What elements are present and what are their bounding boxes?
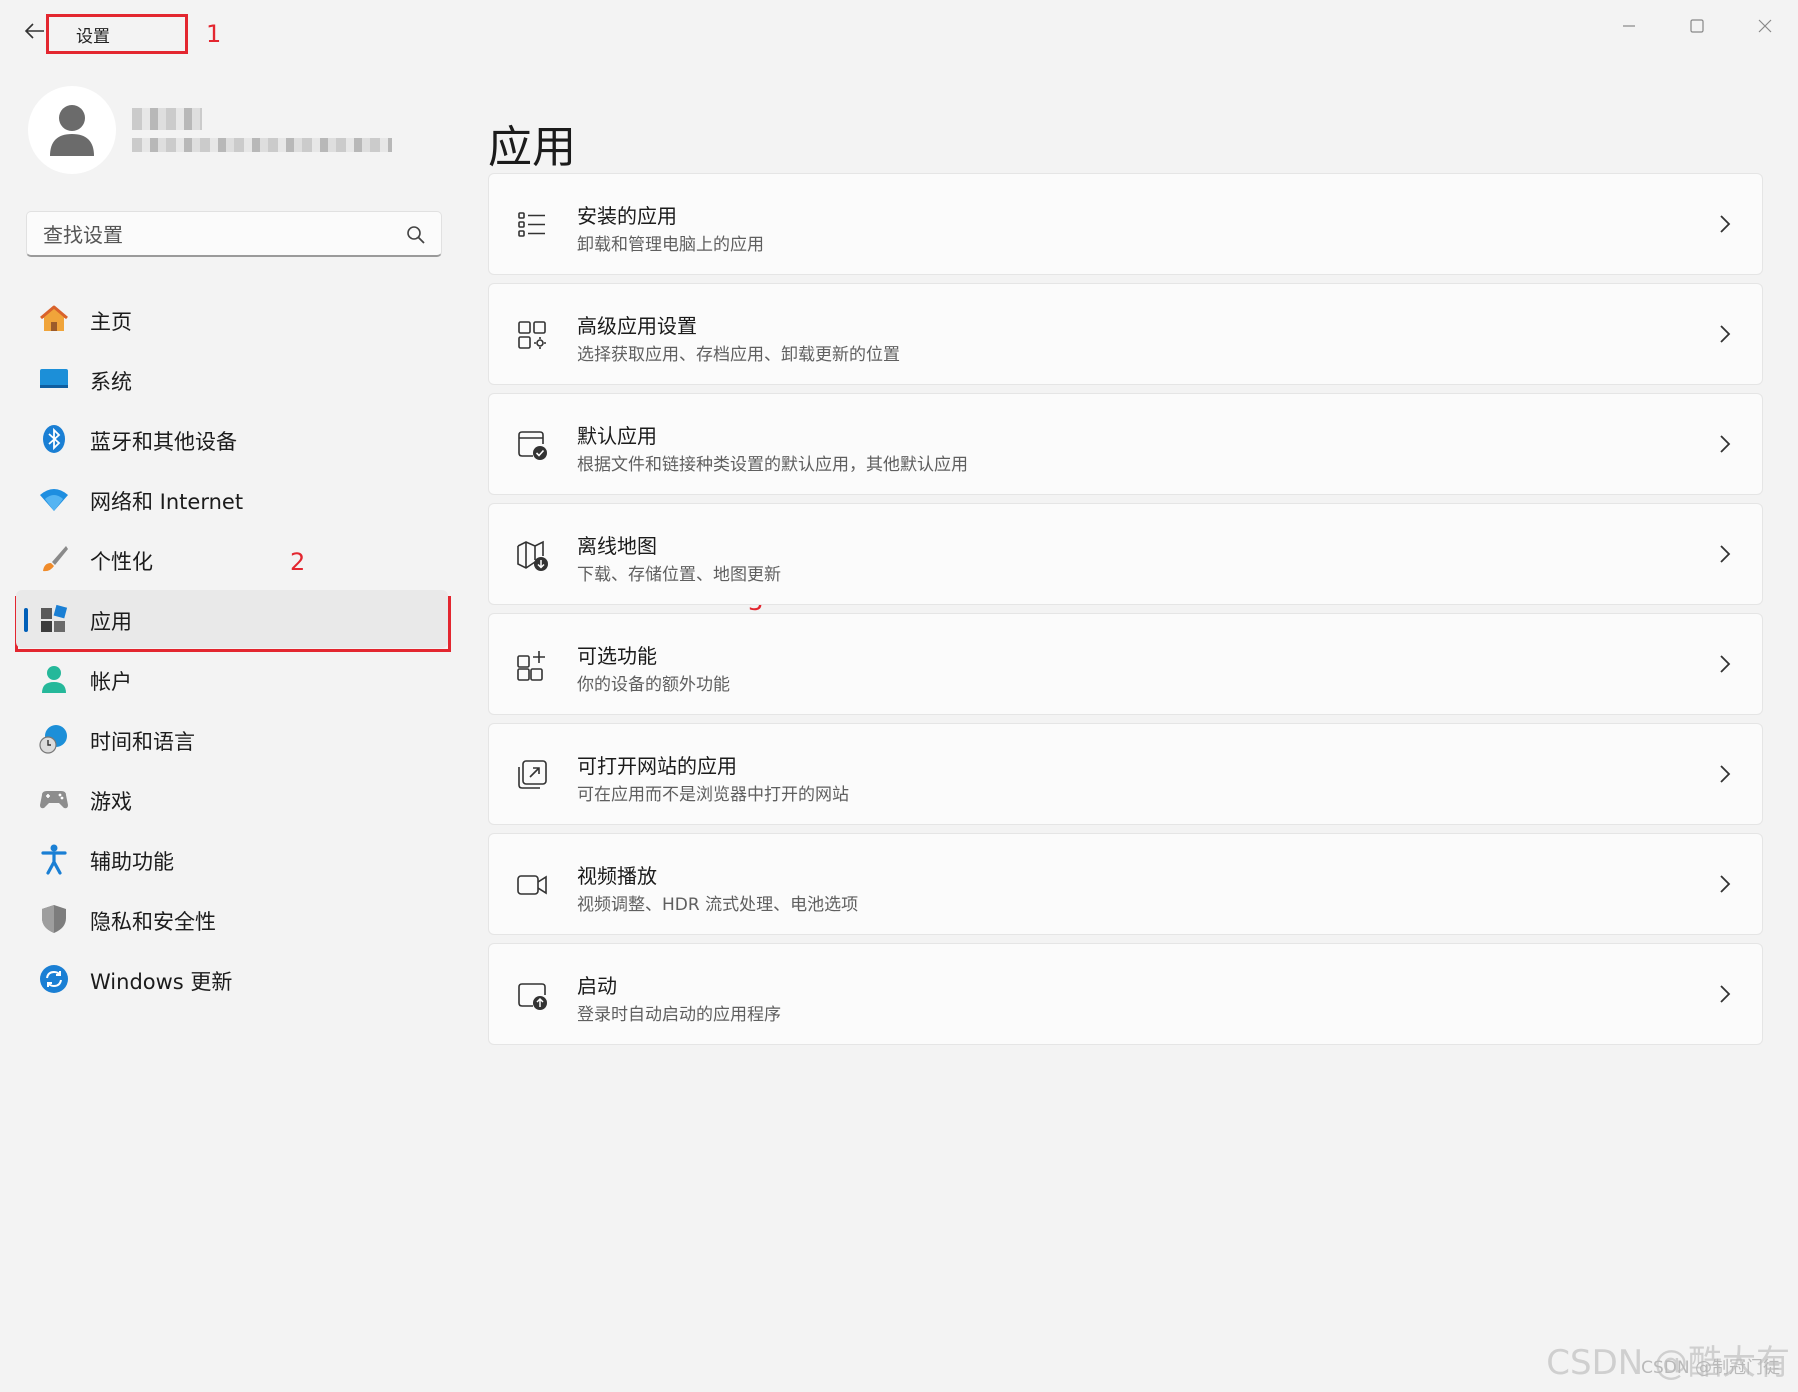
windows-update-icon [40,965,68,993]
card-apps-for-websites[interactable]: 可打开网站的应用 可在应用而不是浏览器中打开的网站 [488,723,1763,825]
profile-email-redacted [132,138,392,152]
card-advanced-app-settings[interactable]: 高级应用设置 选择获取应用、存档应用、卸载更新的位置 [488,283,1763,385]
sidebar-item-gaming[interactable]: 游戏 [16,770,448,828]
card-title: 默认应用 [577,424,657,448]
sidebar-item-label: 系统 [90,370,132,394]
chevron-right-icon [1720,765,1731,783]
sidebar-item-label: 时间和语言 [90,730,195,754]
close-icon [1758,19,1772,33]
apps-icon [41,604,68,632]
bluetooth-icon [43,425,65,453]
title-bar: 设置 [0,0,1798,60]
card-subtitle: 你的设备的额外功能 [577,675,730,695]
card-subtitle: 视频调整、HDR 流式处理、电池选项 [577,895,859,915]
close-button[interactable] [1736,6,1794,46]
gamepad-icon [40,791,68,809]
card-optional-features[interactable]: 可选功能 你的设备的额外功能 [488,613,1763,715]
apps-for-websites-icon [518,760,547,789]
card-default-apps[interactable]: 默认应用 根据文件和链接种类设置的默认应用，其他默认应用 [488,393,1763,495]
search-box[interactable] [26,211,442,257]
installed-apps-list-icon [518,212,545,237]
chevron-right-icon [1720,985,1731,1003]
card-video-playback[interactable]: 视频播放 视频调整、HDR 流式处理、电池选项 [488,833,1763,935]
arrow-left-icon [24,23,44,39]
app-title: 设置 [76,27,110,47]
card-startup[interactable]: 启动 登录时自动启动的应用程序 [488,943,1763,1045]
paintbrush-icon [43,546,68,572]
active-indicator [24,608,28,632]
maximize-button[interactable] [1668,6,1726,46]
home-icon [40,305,68,331]
user-icon [50,105,94,156]
shield-icon [42,905,66,933]
card-title: 视频播放 [577,864,657,888]
card-subtitle: 登录时自动启动的应用程序 [577,1005,781,1025]
sidebar-item-label: 帐户 [90,670,132,694]
card-installed-apps[interactable]: 安装的应用 卸载和管理电脑上的应用 [488,173,1763,275]
card-offline-maps[interactable]: 离线地图 下载、存储位置、地图更新 [488,503,1763,605]
sidebar-item-time-language[interactable]: 时间和语言 [16,710,448,768]
card-title: 安装的应用 [577,204,677,228]
sidebar-item-label: 主页 [90,310,132,334]
profile-name-redacted [132,108,202,130]
avatar[interactable] [28,86,116,174]
system-display-icon [40,369,68,388]
sidebar-item-label: 个性化 [90,550,153,574]
card-subtitle: 选择获取应用、存档应用、卸载更新的位置 [577,345,900,365]
sidebar-item-windows-update[interactable]: Windows 更新 [16,950,448,1008]
chevron-right-icon [1720,545,1731,563]
time-language-icon [39,725,67,754]
optional-features-icon [517,651,545,681]
card-title: 启动 [577,974,617,998]
page-title: 应用 [488,122,576,174]
chevron-right-icon [1720,435,1731,453]
back-button[interactable] [20,16,50,46]
accessibility-icon [41,844,67,875]
sidebar-nav: 主页 系统 蓝牙和其他设备 网络和 Internet 个性化 应用 帐户 时间和… [16,290,448,1010]
card-title: 离线地图 [577,534,657,558]
card-title: 可打开网站的应用 [577,754,737,778]
card-subtitle: 根据文件和链接种类设置的默认应用，其他默认应用 [577,455,968,475]
sidebar-item-network[interactable]: 网络和 Internet [16,470,448,528]
chevron-right-icon [1720,655,1731,673]
sidebar-item-label: 隐私和安全性 [90,910,216,934]
sidebar-item-personalization[interactable]: 个性化 [16,530,448,588]
sidebar-item-label: 游戏 [90,790,132,814]
sidebar-item-label: Windows 更新 [90,970,233,994]
chevron-right-icon [1720,325,1731,343]
sidebar-item-label: 辅助功能 [90,850,174,874]
sidebar-item-privacy[interactable]: 隐私和安全性 [16,890,448,948]
sidebar-item-bluetooth[interactable]: 蓝牙和其他设备 [16,410,448,468]
offline-map-icon [517,540,548,571]
chevron-right-icon [1720,875,1731,893]
card-subtitle: 可在应用而不是浏览器中打开的网站 [577,785,849,805]
search-icon[interactable] [405,224,427,246]
advanced-app-settings-icon [518,321,546,349]
minimize-button[interactable] [1600,6,1658,46]
search-input[interactable] [41,220,385,250]
card-subtitle: 卸载和管理电脑上的应用 [577,235,764,255]
card-subtitle: 下载、存储位置、地图更新 [577,565,781,585]
chevron-right-icon [1720,215,1731,233]
card-title: 高级应用设置 [577,314,697,338]
sidebar-item-system[interactable]: 系统 [16,350,448,408]
sidebar-item-apps[interactable]: 应用 [16,590,448,648]
startup-icon [518,983,547,1010]
account-icon [42,666,66,693]
watermark-sub: CSDN @制冠门徒 [1641,1358,1780,1378]
wifi-icon [40,489,68,511]
sidebar-item-accounts[interactable]: 帐户 [16,650,448,708]
sidebar-item-label: 应用 [90,610,132,634]
video-camera-icon [517,875,547,895]
watermark: CSDN @酷大有 CSDN @制冠门徒 [1546,1335,1790,1384]
sidebar-item-label: 网络和 Internet [90,490,244,514]
maximize-icon [1690,19,1704,33]
minimize-icon [1623,25,1635,27]
sidebar-item-accessibility[interactable]: 辅助功能 [16,830,448,888]
card-title: 可选功能 [577,644,657,668]
default-apps-icon [518,431,547,460]
sidebar-item-label: 蓝牙和其他设备 [90,430,237,454]
annotation-number-1: 1 [206,20,222,48]
sidebar-item-home[interactable]: 主页 [16,290,448,348]
